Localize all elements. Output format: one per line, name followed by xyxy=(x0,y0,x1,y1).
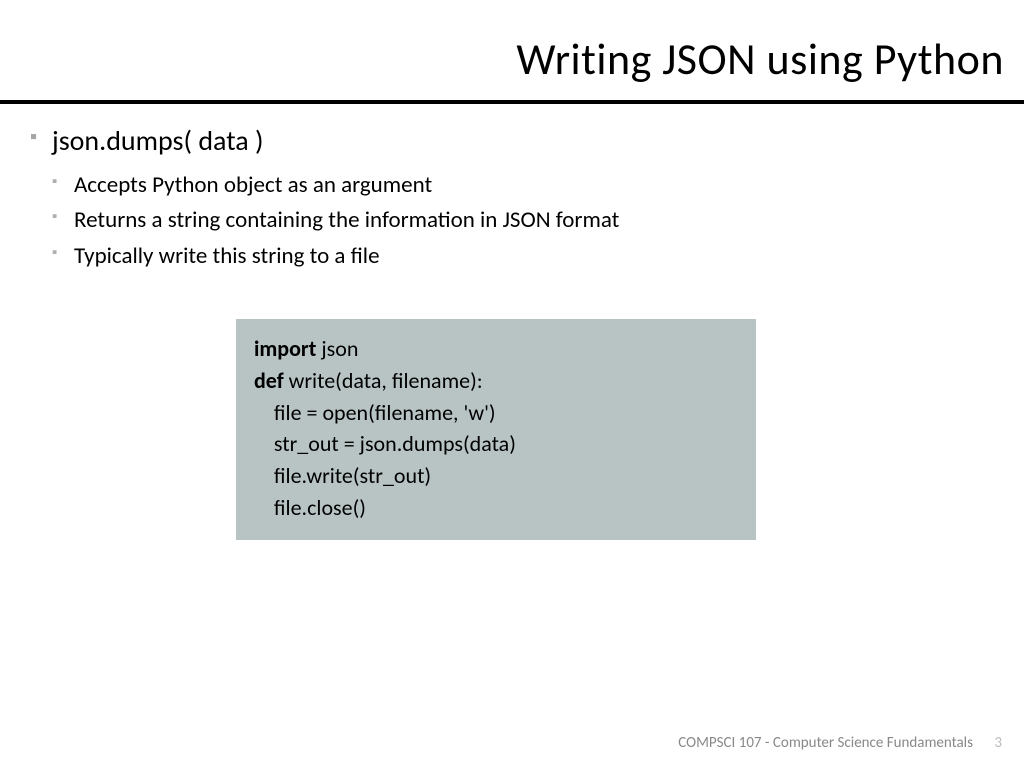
slide: Writing JSON using Python json.dumps( da… xyxy=(0,0,1024,768)
slide-body: json.dumps( data ) Accepts Python object… xyxy=(0,104,1024,540)
code-keyword: def xyxy=(254,367,284,394)
bullet-main: json.dumps( data ) Accepts Python object… xyxy=(28,122,974,275)
sub-bullet: Accepts Python object as an argument xyxy=(52,168,974,204)
page-number: 3 xyxy=(994,734,1002,752)
footer-course: COMPSCI 107 - Computer Science Fundament… xyxy=(678,734,973,752)
bullet-list-level1: json.dumps( data ) Accepts Python object… xyxy=(28,122,974,275)
code-line: def write(data, filename): xyxy=(254,365,738,397)
bullet-main-text: json.dumps( data ) xyxy=(52,123,263,158)
code-line: str_out = json.dumps(data) xyxy=(254,428,738,460)
bullet-list-level2: Accepts Python object as an argument Ret… xyxy=(52,168,974,275)
slide-title: Writing JSON using Python xyxy=(0,32,1004,86)
code-keyword: import xyxy=(254,335,316,362)
sub-bullet: Typically write this string to a file xyxy=(52,239,974,275)
code-line: file = open(filename, 'w') xyxy=(254,397,738,429)
code-line: import json xyxy=(254,333,738,365)
sub-bullet: Returns a string containing the informat… xyxy=(52,203,974,239)
title-area: Writing JSON using Python xyxy=(0,0,1024,94)
code-block: import json def write(data, filename): f… xyxy=(236,319,756,540)
code-text: json xyxy=(316,335,358,362)
code-text: write(data, filename): xyxy=(284,367,483,394)
code-line: file.close() xyxy=(254,492,738,524)
code-line: file.write(str_out) xyxy=(254,460,738,492)
slide-footer: COMPSCI 107 - Computer Science Fundament… xyxy=(678,734,1002,752)
